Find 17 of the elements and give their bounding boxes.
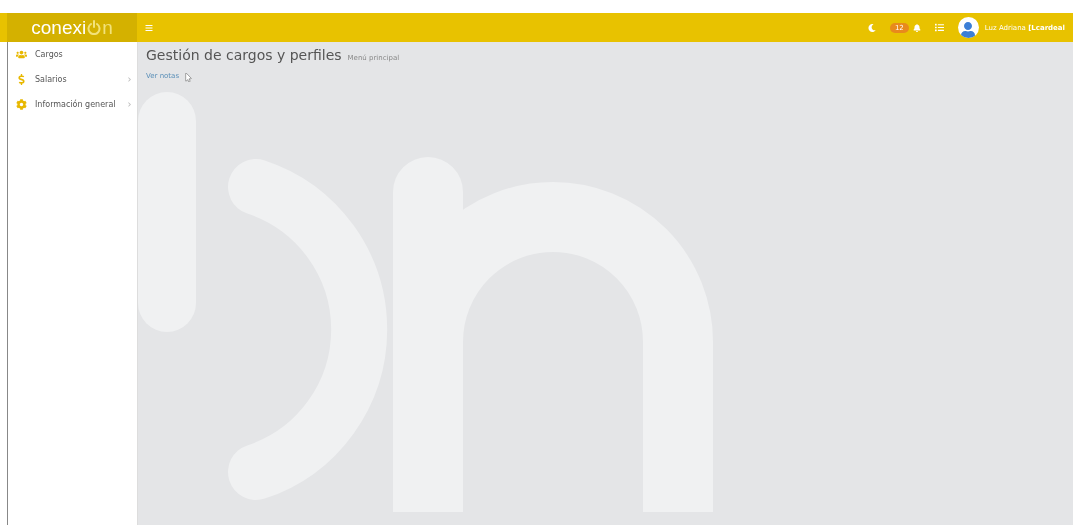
gear-icon [16,99,27,110]
sidebar-item[interactable]: Cargos [8,42,137,67]
list-icon[interactable] [934,23,944,32]
avatar-icon[interactable] [957,17,979,38]
dollar-icon [16,74,27,85]
bell-icon[interactable] [912,23,921,32]
menu-icon[interactable] [145,23,153,32]
logo: conexi n [7,13,137,42]
chevron-icon [127,102,132,107]
cursor-icon [184,73,193,82]
sidebar-item[interactable]: Salarios [8,67,137,92]
page-title: Gestión de cargos y perfiles [146,47,342,63]
moon-icon[interactable] [867,23,876,32]
users-icon [16,49,27,60]
chevron-icon [127,77,132,82]
sidebar-item[interactable]: Información general [8,92,137,117]
power-icon [87,20,102,35]
